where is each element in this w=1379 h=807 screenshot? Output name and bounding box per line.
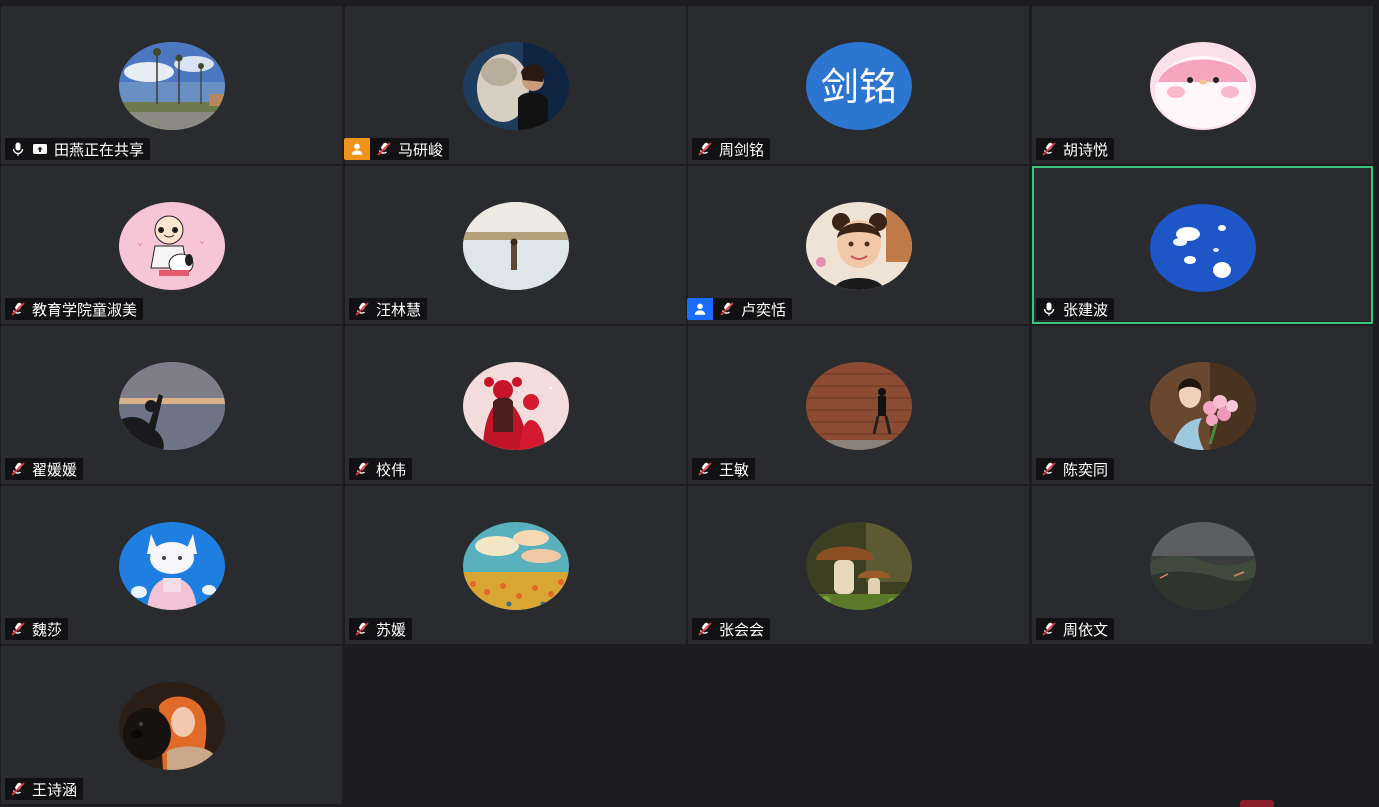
- person-icon: [687, 298, 713, 320]
- participant-name: 马研峻: [398, 140, 444, 159]
- participant-tile[interactable]: 苏媛: [345, 486, 686, 644]
- participant-tile[interactable]: 张会会: [688, 486, 1029, 644]
- microphone-muted-icon: [697, 461, 713, 477]
- participant-name: 周依文: [1063, 620, 1109, 639]
- participant-avatar: [118, 682, 225, 770]
- participant-namebar: 汪林慧: [349, 298, 428, 320]
- microphone-muted-icon: [10, 301, 26, 317]
- participant-tile[interactable]: 田燕正在共享: [1, 6, 342, 164]
- participant-tile[interactable]: 魏莎: [1, 486, 342, 644]
- participant-namebar: 王敏: [692, 458, 756, 480]
- microphone-muted-icon: [1041, 621, 1057, 637]
- participant-tile[interactable]: 教育学院童淑美: [1, 166, 342, 324]
- participant-name: 王诗涵: [32, 780, 78, 799]
- participant-name: 胡诗悦: [1063, 140, 1109, 159]
- participant-avatar: [805, 202, 912, 290]
- participant-tile[interactable]: 翟媛媛: [1, 326, 342, 484]
- participant-tile[interactable]: 卢奕恬: [687, 166, 1029, 324]
- participant-namebar: 苏媛: [349, 618, 413, 640]
- microphone-muted-icon: [10, 781, 26, 797]
- participant-avatar: [1149, 42, 1256, 130]
- participant-tile[interactable]: 张建波: [1032, 166, 1373, 324]
- participant-avatar: [118, 362, 225, 450]
- participant-avatar: [118, 522, 225, 610]
- participant-name: 陈奕同: [1063, 460, 1109, 479]
- participant-avatar: [1149, 522, 1256, 610]
- avatar-text: 剑铭: [820, 65, 896, 109]
- microphone-muted-icon: [719, 301, 735, 317]
- screen-share-icon: [32, 141, 48, 157]
- microphone-muted-icon: [354, 461, 370, 477]
- participant-name: 校伟: [376, 460, 407, 479]
- microphone-muted-icon: [10, 621, 26, 637]
- participant-tile[interactable]: 汪林慧: [345, 166, 686, 324]
- participant-name: 汪林慧: [376, 300, 422, 319]
- participant-name: 翟媛媛: [32, 460, 78, 479]
- participant-avatar: [805, 522, 912, 610]
- microphone-muted-icon: [376, 141, 392, 157]
- microphone-icon: [1041, 301, 1057, 317]
- participant-avatar: [462, 362, 569, 450]
- participant-namebar: 陈奕同: [1036, 458, 1115, 480]
- microphone-muted-icon: [354, 301, 370, 317]
- participant-namebar: 魏莎: [5, 618, 69, 640]
- participant-tile[interactable]: 周依文: [1032, 486, 1373, 644]
- participant-namebar: 张建波: [1036, 298, 1115, 320]
- taskbar-fragment: [1240, 800, 1274, 807]
- participant-tile[interactable]: 王敏: [688, 326, 1029, 484]
- participant-tile[interactable]: 校伟: [345, 326, 686, 484]
- participant-name: 卢奕恬: [741, 300, 787, 319]
- participant-name: 王敏: [719, 460, 750, 479]
- participant-namebar: 胡诗悦: [1036, 138, 1115, 160]
- participant-namebar: 卢奕恬: [687, 298, 793, 320]
- participant-namebar: 田燕正在共享: [5, 138, 151, 160]
- participant-name: 张建波: [1063, 300, 1109, 319]
- microphone-muted-icon: [1041, 141, 1057, 157]
- participant-avatar: [462, 202, 569, 290]
- microphone-icon: [10, 141, 26, 157]
- participant-avatar: 剑铭: [805, 42, 912, 130]
- participant-tile[interactable]: 剑铭周剑铭: [688, 6, 1029, 164]
- participant-avatar: [805, 362, 912, 450]
- participant-namebar: 校伟: [349, 458, 413, 480]
- participant-avatar: [1149, 204, 1256, 292]
- participant-avatar: [462, 42, 569, 130]
- participant-namebar: 翟媛媛: [5, 458, 84, 480]
- participant-namebar: 张会会: [692, 618, 771, 640]
- participant-name: 魏莎: [32, 620, 63, 639]
- participant-namebar: 周剑铭: [692, 138, 771, 160]
- microphone-muted-icon: [1041, 461, 1057, 477]
- participant-namebar: 马研峻: [344, 138, 450, 160]
- microphone-muted-icon: [10, 461, 26, 477]
- participant-name: 田燕正在共享: [54, 140, 145, 159]
- participant-avatar: [462, 522, 569, 610]
- microphone-muted-icon: [697, 621, 713, 637]
- participant-avatar: [1149, 362, 1256, 450]
- microphone-muted-icon: [697, 141, 713, 157]
- participant-avatar: [118, 42, 225, 130]
- participant-name: 周剑铭: [719, 140, 765, 159]
- person-icon: [344, 138, 370, 160]
- participant-namebar: 教育学院童淑美: [5, 298, 144, 320]
- participant-avatar: [118, 202, 225, 290]
- participant-name: 苏媛: [376, 620, 407, 639]
- participant-tile[interactable]: 陈奕同: [1032, 326, 1373, 484]
- participant-tile[interactable]: 胡诗悦: [1032, 6, 1373, 164]
- participant-tile[interactable]: 王诗涵: [1, 646, 342, 804]
- participant-name: 教育学院童淑美: [32, 300, 138, 319]
- microphone-muted-icon: [354, 621, 370, 637]
- participant-name: 张会会: [719, 620, 765, 639]
- participant-tile[interactable]: 马研峻: [344, 6, 686, 164]
- participant-namebar: 周依文: [1036, 618, 1115, 640]
- participant-namebar: 王诗涵: [5, 778, 84, 800]
